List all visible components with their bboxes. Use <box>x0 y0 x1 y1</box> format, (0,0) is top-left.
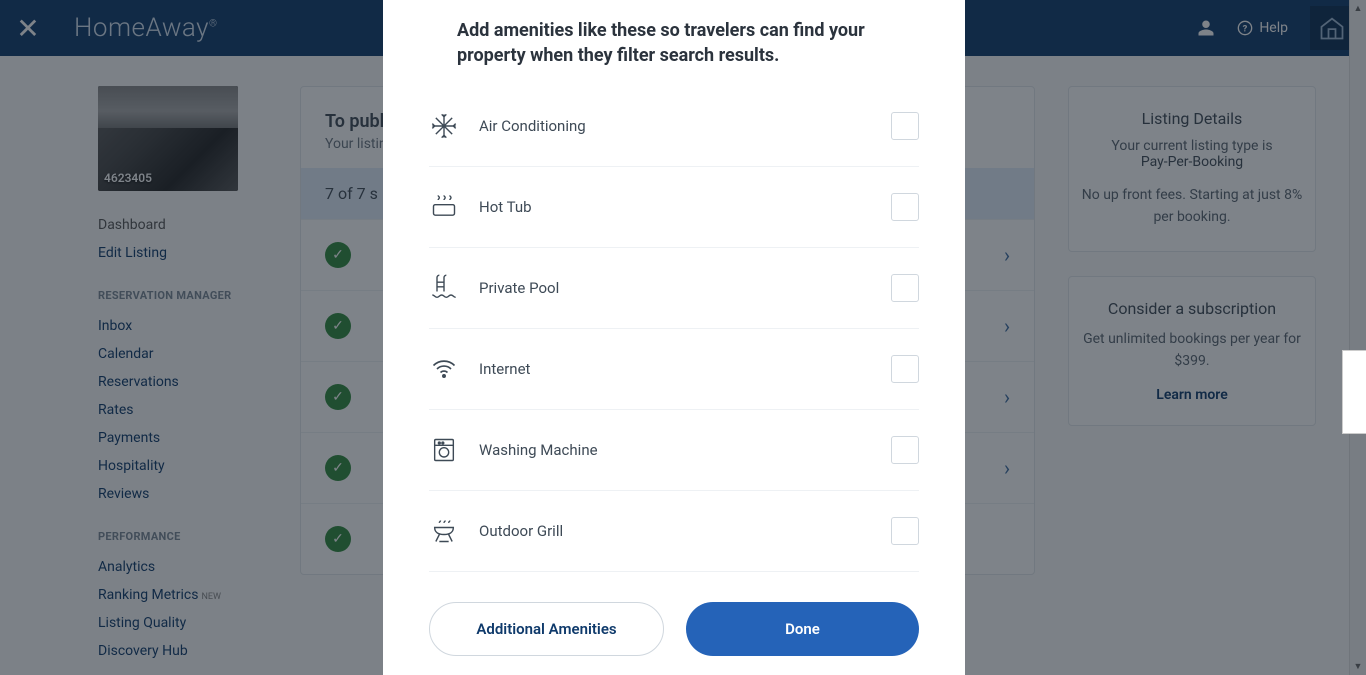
feedback-tab[interactable] <box>1342 350 1366 434</box>
modal-title: Add amenities like these so travelers ca… <box>429 0 919 86</box>
amenity-checkbox[interactable] <box>891 436 919 464</box>
amenity-label: Private Pool <box>479 279 891 297</box>
additional-amenities-button[interactable]: Additional Amenities <box>429 602 664 656</box>
washing-machine-icon <box>429 435 459 465</box>
amenity-checkbox[interactable] <box>891 193 919 221</box>
snowflake-icon <box>429 111 459 141</box>
amenity-row-hot-tub: Hot Tub <box>429 167 919 248</box>
amenity-checkbox[interactable] <box>891 517 919 545</box>
amenity-checkbox[interactable] <box>891 274 919 302</box>
amenity-row-private-pool: Private Pool <box>429 248 919 329</box>
wifi-icon <box>429 354 459 384</box>
amenities-modal: Add amenities like these so travelers ca… <box>383 0 965 675</box>
amenity-label: Internet <box>479 360 891 378</box>
amenity-row-internet: Internet <box>429 329 919 410</box>
hot-tub-icon <box>429 192 459 222</box>
pool-icon <box>429 273 459 303</box>
amenity-label: Outdoor Grill <box>479 522 891 540</box>
amenity-checkbox[interactable] <box>891 112 919 140</box>
amenity-label: Air Conditioning <box>479 117 891 135</box>
grill-icon <box>429 516 459 546</box>
amenity-row-air-conditioning: Air Conditioning <box>429 86 919 167</box>
amenity-label: Hot Tub <box>479 198 891 216</box>
amenity-row-outdoor-grill: Outdoor Grill <box>429 491 919 572</box>
amenity-label: Washing Machine <box>479 441 891 459</box>
amenity-row-washing-machine: Washing Machine <box>429 410 919 491</box>
amenity-checkbox[interactable] <box>891 355 919 383</box>
done-button[interactable]: Done <box>686 602 919 656</box>
